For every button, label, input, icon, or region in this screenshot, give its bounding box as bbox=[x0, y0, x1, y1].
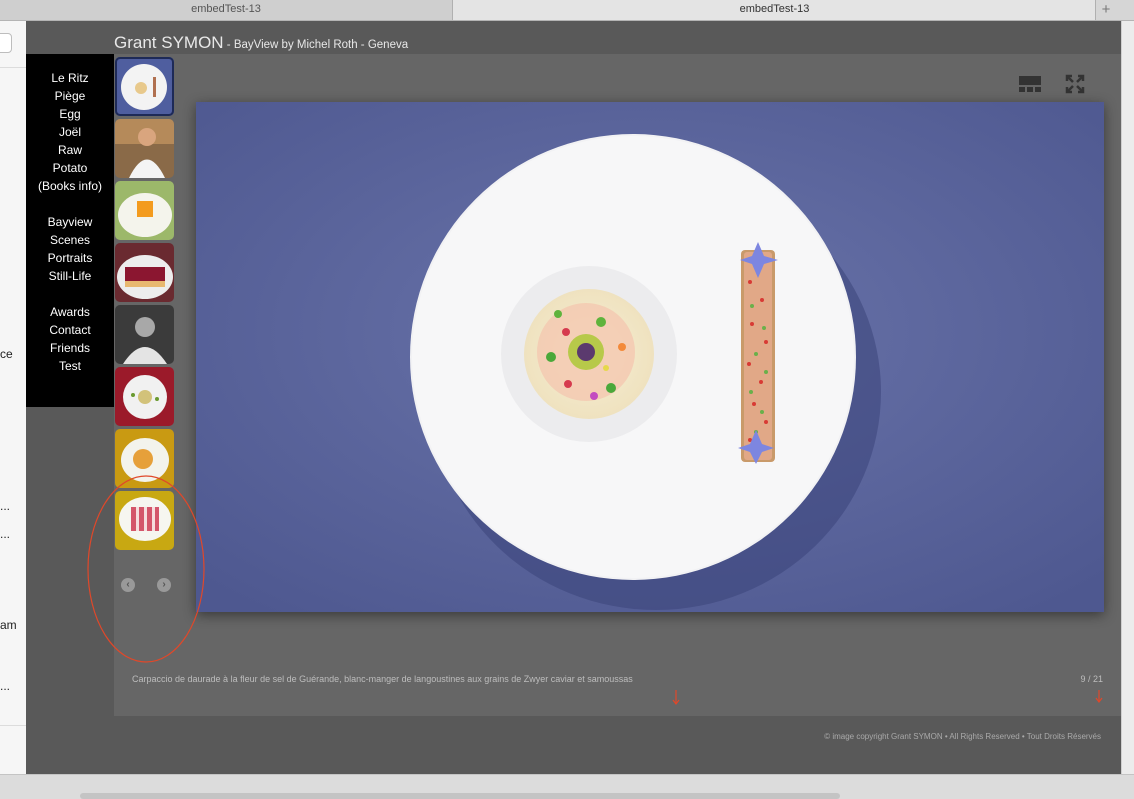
site-title-separator: - bbox=[223, 39, 234, 51]
side-text-fragment: ... bbox=[0, 499, 11, 513]
menu-list: Le Ritz Piège Egg Joël Raw Potato (Books info)… bbox=[26, 54, 114, 375]
photo-counter: 9 / 21 bbox=[1080, 674, 1103, 684]
thumbnail-strip-icon[interactable] bbox=[1018, 74, 1042, 94]
side-text-fragment: ... bbox=[0, 527, 11, 541]
site-stage: Grant SYMON - BayView by Michel Roth - G… bbox=[26, 21, 1121, 774]
menu-item[interactable]: Piège bbox=[26, 87, 114, 105]
menu-item[interactable]: Portraits bbox=[26, 249, 114, 267]
divider bbox=[0, 725, 26, 726]
menu-item[interactable]: Bayview bbox=[26, 213, 114, 231]
thumbnails-prev-button[interactable]: ‹ bbox=[121, 578, 135, 592]
menu-item[interactable]: Scenes bbox=[26, 231, 114, 249]
thumbnail-5[interactable] bbox=[115, 305, 174, 364]
menu-item[interactable]: Awards bbox=[26, 303, 114, 321]
side-text-fragment: am bbox=[0, 618, 17, 632]
left-pane-input[interactable] bbox=[0, 33, 12, 53]
site-title-main: Grant SYMON bbox=[114, 33, 224, 52]
thumbnail-7[interactable] bbox=[115, 429, 174, 488]
main-photo[interactable] bbox=[196, 102, 1104, 612]
site-title-subtitle: BayView by Michel Roth - Geneva bbox=[233, 39, 409, 51]
fullscreen-icon[interactable] bbox=[1065, 74, 1085, 94]
site-menu: Le Ritz Piège Egg Joël Raw Potato (Books info)… bbox=[26, 54, 114, 407]
site-title: Grant SYMON - BayView by Michel Roth - G… bbox=[114, 33, 408, 53]
thumbnail-8[interactable] bbox=[115, 491, 174, 550]
side-text-fragment: ce bbox=[0, 347, 13, 361]
copyright-notice: © image copyright Grant SYMON • All Righ… bbox=[824, 732, 1101, 741]
gallery: ‹ › Carpaccio de daurade à la fleur de s… bbox=[114, 54, 1121, 716]
horizontal-scrollbar[interactable] bbox=[80, 793, 840, 799]
right-pane bbox=[1121, 21, 1134, 774]
divider bbox=[0, 67, 26, 68]
menu-item[interactable]: Potato bbox=[26, 159, 114, 177]
orange-dessert-thumbnail-icon bbox=[115, 181, 174, 240]
thumbnail-3[interactable] bbox=[115, 181, 174, 240]
new-tab-button[interactable]: + bbox=[1095, 0, 1116, 20]
menu-item[interactable]: Friends bbox=[26, 339, 114, 357]
photo-caption: Carpaccio de daurade à la fleur de sel d… bbox=[132, 674, 633, 684]
tab-label: embedTest-13 bbox=[739, 3, 810, 15]
chevron-right-icon: › bbox=[162, 579, 166, 590]
food-photo-image bbox=[196, 102, 1104, 612]
yellow-plate-thumbnail-icon bbox=[115, 429, 174, 488]
chevron-left-icon: ‹ bbox=[126, 579, 130, 590]
thumbnail-1[interactable] bbox=[115, 57, 174, 116]
thumbnail-6[interactable] bbox=[115, 367, 174, 426]
menu-item[interactable]: Raw bbox=[26, 141, 114, 159]
red-tart-thumbnail-icon bbox=[115, 243, 174, 302]
menu-spacer bbox=[26, 195, 114, 213]
menu-item[interactable]: Joël bbox=[26, 123, 114, 141]
plate-thumbnail-icon bbox=[115, 57, 174, 116]
thumbnail-2[interactable] bbox=[115, 119, 174, 178]
chef-bw-thumbnail-icon bbox=[115, 305, 174, 364]
chef-thumbnail-icon bbox=[115, 119, 174, 178]
red-plate-thumbnail-icon bbox=[115, 367, 174, 426]
browser-tab-1[interactable]: embedTest-13 bbox=[0, 0, 453, 20]
browser-tab-2[interactable]: embedTest-13 bbox=[453, 0, 1096, 20]
menu-item[interactable]: Le Ritz bbox=[26, 69, 114, 87]
bottom-bar bbox=[0, 774, 1134, 799]
menu-item[interactable]: Contact bbox=[26, 321, 114, 339]
menu-item[interactable]: Egg bbox=[26, 105, 114, 123]
menu-item[interactable]: Still-Life bbox=[26, 267, 114, 285]
side-text-fragment: ... bbox=[0, 679, 11, 693]
stripe-dessert-thumbnail-icon bbox=[115, 491, 174, 550]
browser-tab-bar: embedTest-13 embedTest-13 + bbox=[0, 0, 1134, 21]
menu-spacer bbox=[26, 285, 114, 303]
menu-item[interactable]: (Books info) bbox=[26, 177, 114, 195]
thumbnails-next-button[interactable]: › bbox=[157, 578, 171, 592]
menu-item[interactable]: Test bbox=[26, 357, 114, 375]
left-pane: ce ... ... am ... bbox=[0, 21, 27, 774]
tab-label: embedTest-13 bbox=[191, 3, 261, 15]
thumbnail-4[interactable] bbox=[115, 243, 174, 302]
